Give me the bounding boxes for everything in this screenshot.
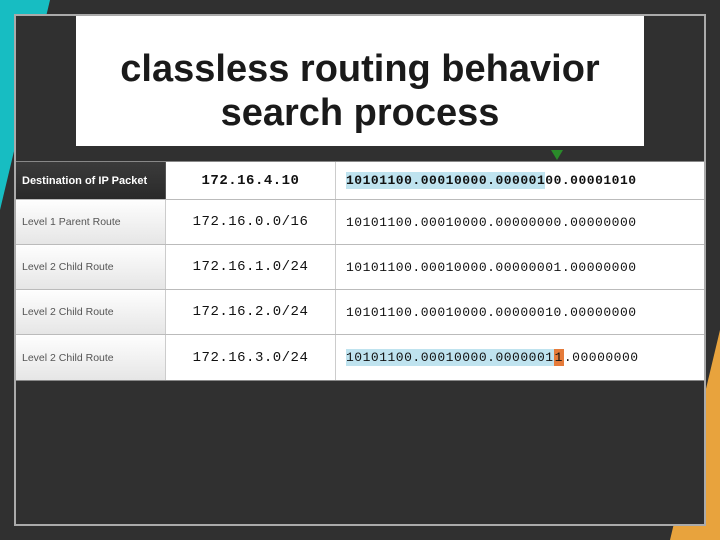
ip-address: 172.16.2.0/24 bbox=[166, 290, 336, 334]
title-line-2: search process bbox=[221, 92, 500, 134]
ip-address: 172.16.0.0/16 bbox=[166, 200, 336, 244]
table-row: Level 1 Parent Route 172.16.0.0/16 10101… bbox=[16, 200, 704, 245]
match-marker-icon bbox=[551, 150, 563, 160]
binary-value: 10101100.00010000.00000001.00000000 bbox=[336, 245, 704, 289]
binary-value: 10101100.00010000.00000000.00000000 bbox=[336, 200, 704, 244]
binary-value: 10101100.00010000.00000011.00000000 bbox=[336, 335, 704, 380]
table-row: Level 2 Child Route 172.16.2.0/24 101011… bbox=[16, 290, 704, 335]
slide-frame: classless routing behavior search proces… bbox=[14, 14, 706, 526]
table-row: Level 2 Child Route 172.16.3.0/24 101011… bbox=[16, 335, 704, 380]
ip-address: 172.16.3.0/24 bbox=[166, 335, 336, 380]
title-panel: classless routing behavior search proces… bbox=[76, 16, 644, 146]
routing-table: Destination of IP Packet 172.16.4.10 101… bbox=[16, 161, 704, 381]
row-label: Level 2 Child Route bbox=[16, 290, 166, 334]
table-row: Destination of IP Packet 172.16.4.10 101… bbox=[16, 162, 704, 200]
binary-value: 10101100.00010000.00000010.00000000 bbox=[336, 290, 704, 334]
title-line-1: classless routing behavior bbox=[120, 48, 599, 90]
table-row: Level 2 Child Route 172.16.1.0/24 101011… bbox=[16, 245, 704, 290]
row-label: Level 2 Child Route bbox=[16, 335, 166, 380]
binary-value: 10101100.00010000.00000100.00001010 bbox=[336, 162, 704, 199]
row-label: Level 2 Child Route bbox=[16, 245, 166, 289]
ip-address: 172.16.1.0/24 bbox=[166, 245, 336, 289]
ip-address: 172.16.4.10 bbox=[166, 162, 336, 199]
row-label: Destination of IP Packet bbox=[16, 162, 166, 199]
slide-title: classless routing behavior search proces… bbox=[76, 32, 644, 135]
row-label: Level 1 Parent Route bbox=[16, 200, 166, 244]
